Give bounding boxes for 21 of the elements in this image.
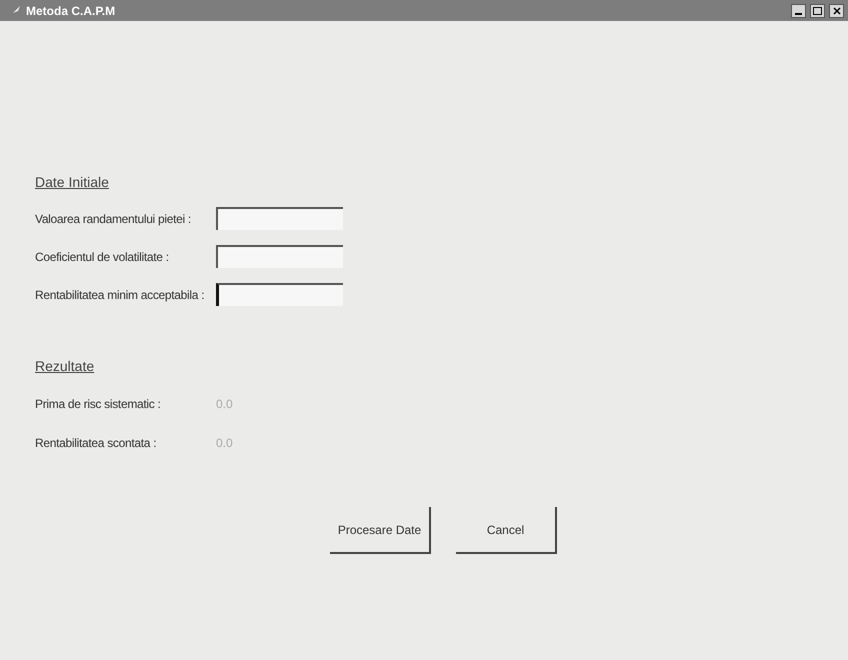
- result-value: 0.0: [216, 435, 233, 452]
- result-value: 0.0: [216, 396, 233, 413]
- action-button[interactable]: Cancel: [456, 507, 557, 554]
- section-heading: Date Initiale: [35, 173, 109, 192]
- section-heading: Rezultate: [35, 357, 94, 376]
- window-title: Metoda C.A.P.M: [26, 2, 116, 20]
- field-label: Coeficientul de volatilitate :: [35, 248, 170, 266]
- close-icon: [832, 6, 840, 14]
- action-button[interactable]: Procesare Date: [330, 507, 431, 554]
- close-button[interactable]: [829, 4, 844, 18]
- input-field[interactable]: [216, 283, 343, 306]
- maximize-icon: [813, 6, 822, 14]
- field-label: Valoarea randamentului pietei :: [35, 210, 192, 228]
- input-field[interactable]: [216, 245, 343, 268]
- minimize-icon: [795, 12, 802, 14]
- result-label: Rentabilitatea scontata :: [35, 435, 158, 452]
- input-field[interactable]: [216, 207, 343, 230]
- maximize-button[interactable]: [810, 4, 825, 18]
- minimize-button[interactable]: [791, 4, 806, 18]
- field-label: Rentabilitatea minim acceptabila :: [35, 286, 206, 304]
- result-label: Prima de risc sistematic :: [35, 396, 162, 413]
